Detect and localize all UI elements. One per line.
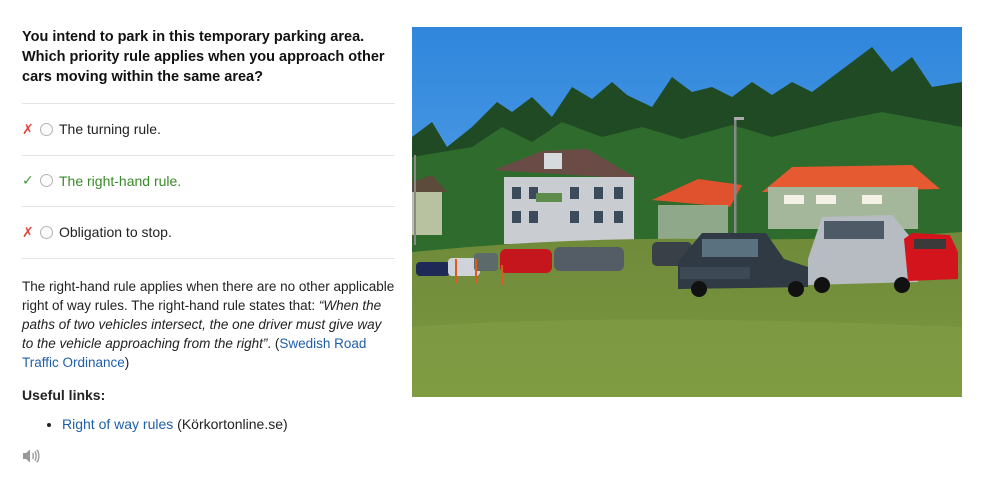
- answer-option-2[interactable]: ✓ The right-hand rule.: [22, 156, 395, 207]
- answer-label: The right-hand rule.: [59, 172, 182, 189]
- useful-links-list: Right of way rules (Körkortonline.se): [22, 416, 395, 432]
- cross-mark-icon: ✗: [22, 120, 34, 137]
- question-text: You intend to park in this temporary par…: [22, 29, 385, 85]
- radio-button[interactable]: [40, 174, 53, 188]
- check-mark-icon: ✓: [22, 172, 34, 189]
- speaker-icon[interactable]: [22, 448, 40, 469]
- answer-label: Obligation to stop.: [59, 224, 172, 241]
- answer-option-3[interactable]: ✗ Obligation to stop.: [22, 207, 395, 259]
- link-suffix: (Körkortonline.se): [173, 415, 288, 432]
- scene-photo: [412, 27, 962, 397]
- answer-list: ✗ The turning rule. ✓ The right-hand rul…: [22, 103, 395, 259]
- answer-label: The turning rule.: [59, 121, 161, 138]
- explanation-after-quote: . (: [267, 335, 280, 351]
- list-item: Right of way rules (Körkortonline.se): [62, 416, 395, 432]
- explanation-text: The right-hand rule applies when there a…: [22, 277, 395, 372]
- answer-option-1[interactable]: ✗ The turning rule.: [22, 104, 395, 156]
- cross-mark-icon: ✗: [22, 223, 34, 240]
- useful-links-heading: Useful links:: [22, 386, 106, 403]
- radio-button[interactable]: [40, 122, 53, 136]
- explanation-closing: ): [124, 354, 130, 370]
- right-of-way-link[interactable]: Right of way rules: [62, 416, 173, 432]
- radio-button[interactable]: [40, 225, 53, 239]
- question-panel: You intend to park in this temporary par…: [22, 27, 395, 432]
